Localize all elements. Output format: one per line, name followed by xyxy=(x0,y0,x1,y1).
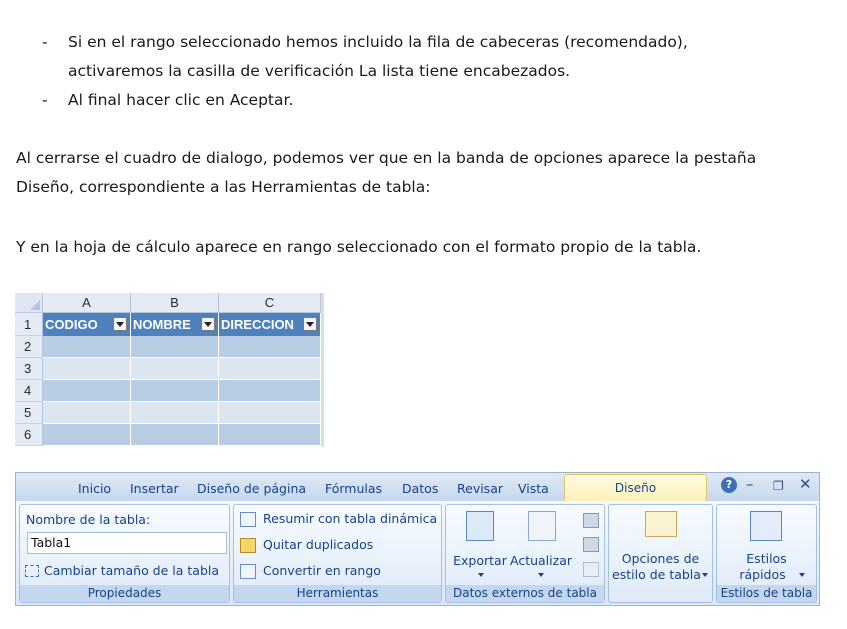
tab-inicio[interactable]: Inicio xyxy=(78,481,111,496)
bullet-text-line: Al final hacer clic en Aceptar. xyxy=(68,91,294,109)
table-header-cell[interactable]: CODIGO xyxy=(43,313,131,336)
table-cell[interactable] xyxy=(219,358,321,380)
paragraph-line: Y en la hoja de cálculo aparece en rango… xyxy=(16,238,702,256)
paragraph-line: Al cerrarse el cuadro de dialogo, podemo… xyxy=(16,149,757,167)
group-herramientas: Resumir con tabla dinámica Quitar duplic… xyxy=(233,504,442,603)
group-label-estilos: Estilos de tabla xyxy=(717,585,816,602)
table-style-options-label-1: Opciones de xyxy=(621,551,700,566)
table-cell[interactable] xyxy=(219,402,321,424)
bullet-dash: - xyxy=(42,33,48,51)
quick-styles-button[interactable]: Estilos rápidos xyxy=(717,509,816,583)
column-divider xyxy=(321,293,324,447)
row-header[interactable]: 6 xyxy=(15,424,43,446)
bullet-text-line: Si en el rango seleccionado hemos inclui… xyxy=(68,33,688,51)
table-cell[interactable] xyxy=(43,380,131,402)
table-cell[interactable] xyxy=(131,380,219,402)
refresh-dropdown-icon xyxy=(538,573,544,577)
quick-styles-icon xyxy=(750,511,782,541)
table-header-cell[interactable]: NOMBRE xyxy=(131,313,219,336)
minimize-icon[interactable]: – xyxy=(746,475,754,493)
table-header-cell[interactable]: DIRECCION xyxy=(219,313,321,336)
tab-diseno-pagina[interactable]: Diseño de página xyxy=(197,481,306,496)
help-icon[interactable]: ? xyxy=(721,477,737,493)
table-cell[interactable] xyxy=(43,358,131,380)
table-cell[interactable] xyxy=(43,424,131,446)
convert-range-label: Convertir en rango xyxy=(263,563,381,578)
restore-icon[interactable]: ❐ xyxy=(773,479,784,493)
table-cell[interactable] xyxy=(43,402,131,424)
tab-formulas[interactable]: Fórmulas xyxy=(325,481,382,496)
remove-duplicates-label: Quitar duplicados xyxy=(263,537,374,552)
quick-styles-label-1: Estilos xyxy=(746,551,787,566)
table-cell[interactable] xyxy=(219,380,321,402)
tab-revisar[interactable]: Revisar xyxy=(457,481,503,496)
column-header-c[interactable]: C xyxy=(219,293,321,313)
remove-duplicates-icon xyxy=(240,538,256,553)
group-label-datos-externos: Datos externos de tabla xyxy=(446,585,604,602)
table-cell[interactable] xyxy=(131,402,219,424)
table-cell[interactable] xyxy=(43,336,131,358)
filter-dropdown-icon[interactable] xyxy=(303,317,317,331)
table-style-options-button[interactable]: Opciones de estilo de tabla xyxy=(609,509,712,583)
refresh-icon xyxy=(528,511,556,541)
summarize-pivot-label: Resumir con tabla dinámica xyxy=(263,511,438,526)
column-header-a[interactable]: A xyxy=(43,293,131,313)
table-name-label: Nombre de la tabla: xyxy=(26,512,151,527)
table-cell[interactable] xyxy=(219,336,321,358)
resize-table-icon xyxy=(25,565,39,577)
export-icon xyxy=(466,511,494,541)
refresh-label: Actualizar xyxy=(510,553,572,568)
row-header[interactable]: 3 xyxy=(15,358,43,380)
table-style-options-dropdown-icon xyxy=(702,573,708,577)
group-propiedades: Nombre de la tabla: Tabla1 Cambiar tamañ… xyxy=(19,504,230,603)
group-label-herramientas: Herramientas xyxy=(234,585,441,602)
row-header[interactable]: 1 xyxy=(15,313,43,336)
table-header-label: CODIGO xyxy=(45,317,98,332)
table-cell[interactable] xyxy=(131,336,219,358)
table-name-input[interactable]: Tabla1 xyxy=(27,532,227,554)
table-cell[interactable] xyxy=(131,358,219,380)
bullet-dash: - xyxy=(42,91,48,109)
filter-dropdown-icon[interactable] xyxy=(113,317,127,331)
table-header-label: NOMBRE xyxy=(133,317,191,332)
paragraph-line: Diseño, correspondiente a las Herramient… xyxy=(16,178,431,196)
select-all-corner[interactable] xyxy=(15,293,43,313)
group-opciones-estilo: Opciones de estilo de tabla xyxy=(608,504,713,603)
table-style-options-icon xyxy=(645,511,677,537)
quick-styles-dropdown-icon xyxy=(799,573,805,577)
table-style-options-label-2: estilo de tabla xyxy=(612,567,701,582)
filter-dropdown-icon[interactable] xyxy=(201,317,215,331)
export-button[interactable]: Exportar xyxy=(451,509,509,583)
tab-insertar[interactable]: Insertar xyxy=(130,481,179,496)
row-header[interactable]: 5 xyxy=(15,402,43,424)
export-dropdown-icon xyxy=(478,573,484,577)
tab-diseno[interactable]: Diseño xyxy=(564,474,707,502)
group-estilos-tabla: Estilos rápidos Estilos de tabla xyxy=(716,504,817,603)
export-label: Exportar xyxy=(453,553,507,568)
column-header-b[interactable]: B xyxy=(131,293,219,313)
bullet-text-line: activaremos la casilla de verificación L… xyxy=(68,62,571,80)
group-datos-externos: Exportar Actualizar Datos externos de ta… xyxy=(445,504,605,603)
table-cell[interactable] xyxy=(131,424,219,446)
row-header[interactable]: 4 xyxy=(15,380,43,402)
spreadsheet-table: A B C 1 CODIGO NOMBRE DIRECCION 2 3 4 5 xyxy=(15,293,324,447)
resize-table-label: Cambiar tamaño de la tabla xyxy=(44,563,220,578)
table-header-label: DIRECCION xyxy=(221,317,294,332)
close-icon[interactable]: ✕ xyxy=(799,475,812,493)
pivot-table-icon xyxy=(240,512,256,527)
refresh-button[interactable]: Actualizar xyxy=(509,509,573,583)
open-browser-icon[interactable] xyxy=(583,537,599,552)
properties-icon[interactable] xyxy=(583,513,599,528)
convert-range-icon xyxy=(240,564,256,579)
table-cell[interactable] xyxy=(219,424,321,446)
quick-styles-label-2: rápidos xyxy=(739,567,786,582)
excel-ribbon: Inicio Insertar Diseño de página Fórmula… xyxy=(15,472,820,606)
ribbon-tab-bar: Inicio Insertar Diseño de página Fórmula… xyxy=(16,473,819,502)
tab-datos[interactable]: Datos xyxy=(402,481,438,496)
row-header[interactable]: 2 xyxy=(15,336,43,358)
unlink-icon[interactable] xyxy=(583,562,599,577)
tab-vista[interactable]: Vista xyxy=(518,481,549,496)
group-label-propiedades: Propiedades xyxy=(20,585,229,602)
